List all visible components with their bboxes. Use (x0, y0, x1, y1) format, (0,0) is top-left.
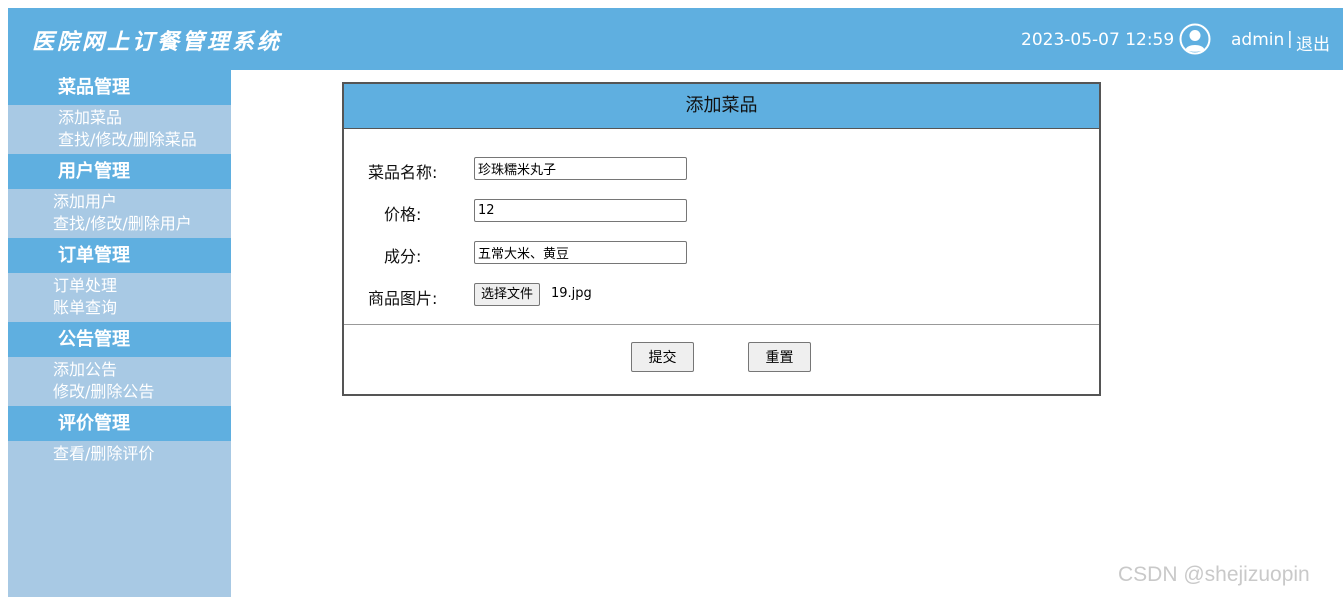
price-input[interactable] (474, 199, 687, 222)
sidebar-group-title[interactable]: 订单管理 (8, 238, 231, 273)
top-header: 医院网上订餐管理系统 2023-05-07 12:59 admin | 退出 (8, 8, 1343, 70)
watermark: CSDN @shejizuopin (1118, 563, 1310, 586)
sidebar-item-add-user[interactable]: 添加用户 (8, 191, 231, 213)
sidebar-group-title[interactable]: 用户管理 (8, 154, 231, 189)
username[interactable]: admin (1231, 30, 1284, 50)
sidebar-group-title[interactable]: 公告管理 (8, 322, 231, 357)
sidebar-group-title[interactable]: 评价管理 (8, 406, 231, 441)
sidebar-group-users: 用户管理 添加用户 查找/修改/删除用户 (8, 154, 231, 238)
sidebar-item-manage-notices[interactable]: 修改/删除公告 (8, 381, 231, 403)
user-circle-icon[interactable] (1179, 23, 1211, 55)
app-title: 医院网上订餐管理系统 (32, 29, 283, 55)
dish-name-label: 菜品名称: (368, 163, 438, 182)
sidebar-item-bill-query[interactable]: 账单查询 (8, 297, 231, 319)
ingredients-row: 成分: (344, 241, 1099, 266)
sidebar-item-manage-dishes[interactable]: 查找/修改/删除菜品 (8, 129, 231, 151)
sidebar-group-dishes: 菜品管理 添加菜品 查找/修改/删除菜品 (8, 70, 231, 154)
sidebar-group-title[interactable]: 菜品管理 (8, 70, 231, 105)
logout-link[interactable]: 退出 (1296, 30, 1330, 55)
sidebar: 菜品管理 添加菜品 查找/修改/删除菜品 用户管理 添加用户 查找/修改/删除用… (8, 70, 231, 597)
dish-name-row: 菜品名称: (344, 157, 1099, 182)
sidebar-item-add-notice[interactable]: 添加公告 (8, 359, 231, 381)
sidebar-item-manage-reviews[interactable]: 查看/删除评价 (8, 443, 231, 465)
sidebar-item-manage-users[interactable]: 查找/修改/删除用户 (8, 213, 231, 235)
form-divider (344, 324, 1099, 325)
choose-file-button[interactable]: 选择文件 (474, 283, 541, 306)
ingredients-label: 成分: (384, 247, 422, 266)
page: 医院网上订餐管理系统 2023-05-07 12:59 admin | 退出 菜… (8, 8, 1343, 597)
image-label: 商品图片: (368, 289, 438, 308)
sidebar-item-order-processing[interactable]: 订单处理 (8, 275, 231, 297)
current-datetime: 2023-05-07 12:59 (1021, 30, 1175, 50)
ingredients-input[interactable] (474, 241, 687, 264)
reset-button[interactable]: 重置 (748, 342, 811, 372)
form-title: 添加菜品 (344, 84, 1099, 129)
price-row: 价格: (344, 199, 1099, 224)
dish-name-input[interactable] (474, 157, 687, 180)
sidebar-item-add-dish[interactable]: 添加菜品 (8, 107, 231, 129)
sidebar-group-orders: 订单管理 订单处理 账单查询 (8, 238, 231, 322)
add-dish-form: 添加菜品 菜品名称: 价格: 成分: 商品图片: 选择文件 19.jpg 提交 … (342, 82, 1101, 396)
image-row: 商品图片: 选择文件 19.jpg (344, 283, 1099, 308)
header-separator: | (1287, 29, 1293, 49)
submit-button[interactable]: 提交 (631, 342, 694, 372)
price-label: 价格: (384, 205, 422, 224)
selected-file-name: 19.jpg (551, 286, 592, 301)
sidebar-group-reviews: 评价管理 查看/删除评价 (8, 406, 231, 468)
sidebar-group-notices: 公告管理 添加公告 修改/删除公告 (8, 322, 231, 406)
